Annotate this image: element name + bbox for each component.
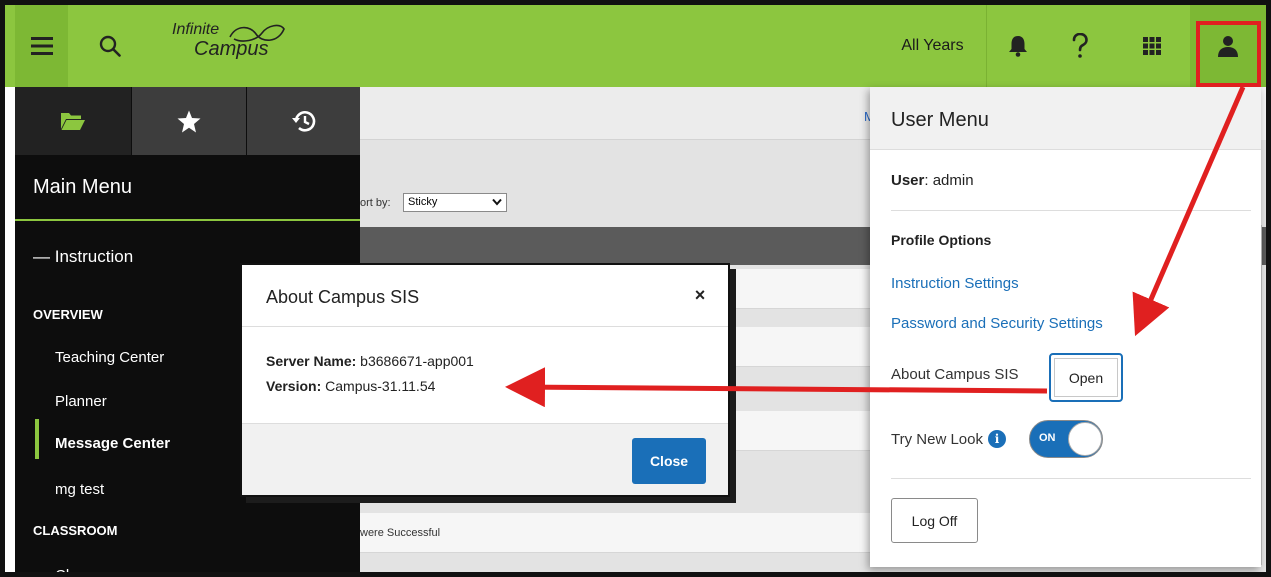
annotation-arrows xyxy=(505,86,1246,408)
app-frame: Infinite Campus All Years M xyxy=(0,0,1271,577)
annotation-arrow-to-open xyxy=(1132,86,1246,337)
annotation-arrow-to-version xyxy=(505,367,1048,408)
